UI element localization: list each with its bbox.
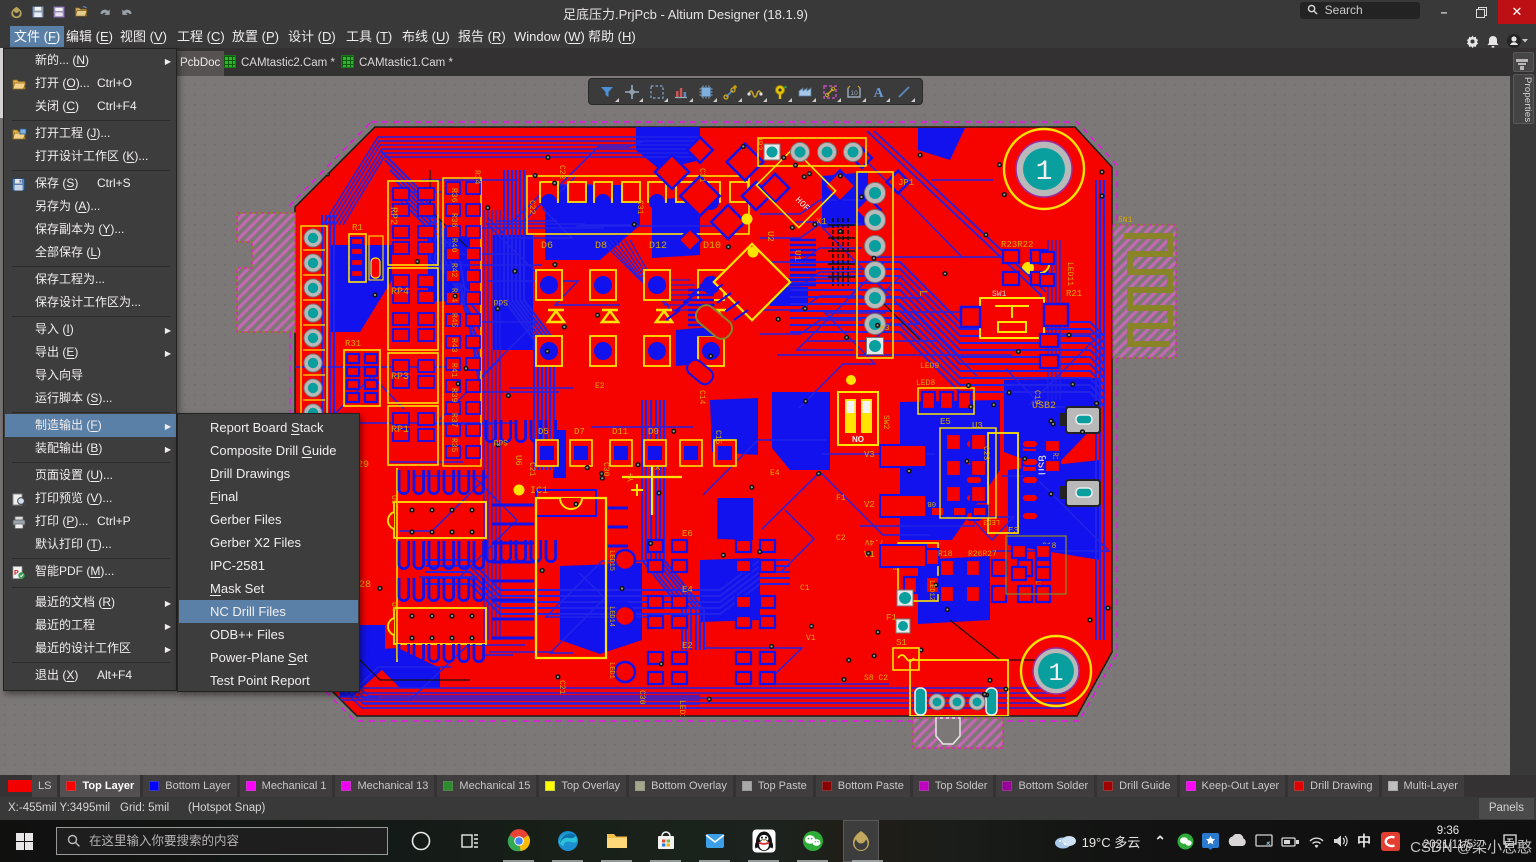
svg-text:IC1: IC1	[530, 486, 548, 497]
svg-text:U1: U1	[792, 250, 802, 261]
svg-text:C30: C30	[637, 690, 646, 705]
svg-text:LED14: LED14	[607, 606, 615, 627]
svg-text:P: P	[14, 570, 19, 577]
svg-text:SW2: SW2	[881, 415, 890, 430]
svg-text:R35: R35	[449, 438, 458, 453]
svg-text:C14: C14	[697, 390, 706, 405]
svg-text:R42: R42	[449, 263, 458, 278]
svg-text:R40: R40	[449, 238, 458, 253]
svg-text:LED1: LED1	[607, 662, 615, 679]
svg-text:D8: D8	[595, 241, 607, 252]
svg-text:C21: C21	[557, 680, 566, 695]
svg-text:LED11: LED11	[1065, 262, 1074, 286]
svg-text:Y+: Y+	[627, 472, 636, 482]
svg-text:U2: U2	[765, 231, 775, 242]
svg-text:10: 10	[851, 90, 859, 97]
svg-text:R34: R34	[472, 170, 481, 185]
svg-text:R43: R43	[449, 338, 458, 353]
svg-text:LED9: LED9	[920, 362, 939, 371]
svg-text:R39: R39	[449, 388, 458, 403]
svg-text:A: A	[873, 86, 884, 100]
svg-text:K3: K3	[880, 324, 890, 333]
svg-text:S1: S1	[896, 638, 907, 648]
svg-text:C22: C22	[557, 165, 566, 180]
svg-text:R37: R37	[449, 413, 458, 428]
svg-text:C31: C31	[635, 200, 644, 215]
svg-text:F1: F1	[836, 494, 846, 503]
svg-text:X1: X1	[816, 217, 827, 227]
svg-text:D9: D9	[648, 427, 659, 437]
svg-text:V1: V1	[806, 634, 816, 643]
svg-text:R23R22: R23R22	[1001, 240, 1033, 250]
svg-text:RP4: RP4	[391, 287, 409, 298]
svg-text:D12: D12	[649, 241, 667, 252]
svg-text:Sdd: Sdd	[493, 437, 508, 446]
svg-text:E6: E6	[682, 529, 693, 539]
svg-text:E5: E5	[940, 417, 951, 427]
svg-text:E4: E4	[770, 469, 780, 478]
svg-text:28: 28	[359, 580, 371, 591]
svg-text:R36: R36	[449, 188, 458, 203]
svg-text:R41: R41	[449, 363, 458, 378]
svg-text:R31: R31	[345, 339, 361, 349]
svg-text:R45: R45	[449, 313, 458, 328]
svg-text:C19: C19	[1032, 390, 1041, 405]
svg-text:C22: C22	[527, 200, 536, 215]
svg-text:D10: D10	[703, 241, 721, 252]
svg-text:C21: C21	[527, 462, 536, 477]
svg-text:JP1: JP1	[898, 178, 914, 188]
svg-text:U3: U3	[972, 421, 983, 431]
svg-text:E3: E3	[1008, 526, 1019, 536]
svg-text:1: 1	[1036, 157, 1053, 188]
svg-text:C15: C15	[713, 430, 722, 445]
svg-text:D11: D11	[612, 427, 628, 437]
svg-text:R1: R1	[352, 223, 363, 233]
svg-text:LED12: LED12	[927, 580, 935, 601]
svg-text:V2: V2	[864, 500, 875, 510]
svg-text:LED15: LED15	[607, 550, 615, 571]
svg-text:C2: C2	[836, 534, 846, 543]
svg-text:L: L	[916, 290, 928, 297]
svg-text:C1: C1	[800, 584, 810, 593]
svg-text:RP2: RP2	[387, 207, 398, 225]
svg-text:R21: R21	[1066, 289, 1082, 299]
svg-text:RP1: RP1	[391, 425, 409, 436]
svg-text:S8 C2: S8 C2	[864, 674, 888, 683]
svg-text:D6: D6	[541, 241, 553, 252]
svg-text:R38: R38	[449, 213, 458, 228]
svg-text:R18: R18	[938, 550, 953, 559]
svg-text:C31: C31	[697, 168, 706, 183]
svg-text:D5: D5	[538, 427, 549, 437]
svg-text:E4: E4	[682, 585, 693, 595]
svg-text:C23: C23	[981, 446, 990, 461]
svg-text:SW1: SW1	[992, 290, 1007, 299]
svg-text:RP3: RP3	[391, 372, 409, 383]
svg-text:Sdd: Sdd	[493, 297, 508, 306]
svg-text:JP2: JP2	[754, 136, 763, 151]
svg-text:U4: U4	[389, 602, 398, 612]
svg-text:NO: NO	[852, 435, 864, 444]
svg-text:U5: U5	[389, 495, 398, 505]
svg-text:D7: D7	[574, 427, 585, 437]
svg-text:U6: U6	[513, 455, 523, 466]
svg-text:E2: E2	[682, 641, 693, 651]
svg-text:E2: E2	[595, 382, 605, 391]
svg-text:V3: V3	[864, 450, 875, 460]
svg-text:R26R27: R26R27	[968, 550, 997, 559]
svg-text:LED3: LED3	[983, 517, 1000, 525]
svg-text:LED8: LED8	[916, 379, 935, 388]
svg-text:1: 1	[1048, 659, 1063, 688]
svg-text:F1: F1	[886, 613, 897, 623]
svg-text:5N1: 5N1	[1118, 216, 1133, 225]
